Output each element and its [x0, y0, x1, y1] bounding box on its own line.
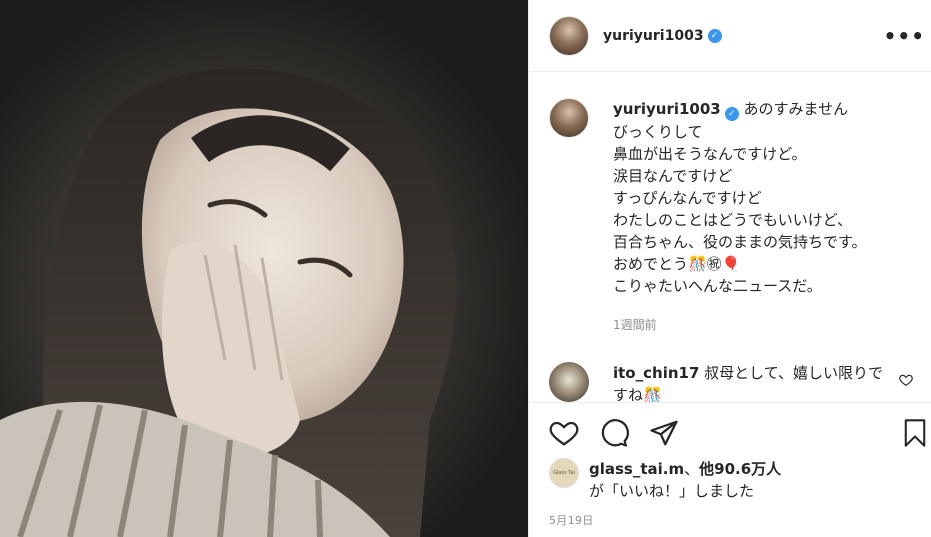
- caption-timestamp[interactable]: 1週間前: [613, 316, 657, 333]
- comment-item: ito_chin17 叔母として、嬉しい限りですね🎊: [549, 362, 915, 402]
- author-avatar[interactable]: [549, 15, 589, 56]
- likes-separator: 、: [684, 460, 700, 478]
- caption-line: おめでとう🎊㊗🎈: [613, 255, 741, 273]
- commenter-username[interactable]: ito_chin17: [613, 364, 699, 382]
- caption-username[interactable]: yuriyuri1003: [613, 100, 721, 118]
- share-icon[interactable]: [649, 418, 679, 452]
- likes-count[interactable]: 他90.6万人: [699, 460, 781, 478]
- likes-suffix: が「いいね！」しました: [589, 482, 755, 500]
- caption-text: yuriyuri1003 ✓ あのすみません びっくりして 鼻血が出そうなんですけ…: [613, 98, 915, 297]
- caption-first-line: yuriyuri1003 ✓ あのすみません: [613, 98, 915, 121]
- likes-text: glass_tai.m、他90.6万人 が「いいね！」しました: [589, 458, 915, 502]
- caption-line: わたしのことはどうでもいいけど、: [613, 211, 852, 229]
- caption-line: こりゃたいへんな二ュースだ。: [613, 277, 822, 295]
- caption-line: あのすみません: [743, 100, 849, 118]
- more-options-icon[interactable]: •••: [884, 24, 925, 48]
- verified-badge-icon: ✓: [707, 28, 722, 43]
- comment-text: ito_chin17 叔母として、嬉しい限りですね🎊: [613, 362, 889, 402]
- caption-line: 鼻血が出そうなんですけど。: [613, 145, 807, 163]
- comment-like-heart-icon[interactable]: [899, 372, 913, 391]
- liker-avatar[interactable]: Glass Tai: [549, 458, 579, 488]
- likes-summary: Glass Tai glass_tai.m、他90.6万人 が「いいね！」しまし…: [549, 458, 915, 502]
- comment-icon[interactable]: [599, 418, 629, 452]
- caption-line: びっくりして: [613, 123, 703, 141]
- post-date[interactable]: 5月19日: [549, 512, 594, 528]
- caption: yuriyuri1003 ✓ あのすみません びっくりして 鼻血が出そうなんですけ…: [549, 98, 915, 297]
- caption-line: すっぴんなんですけど: [613, 189, 762, 207]
- commenter-avatar[interactable]: [549, 362, 589, 402]
- caption-line: 涙目なんですけど: [613, 167, 733, 185]
- post-header: yuriyuri1003 ✓ •••: [529, 0, 931, 72]
- heart-icon[interactable]: [549, 418, 579, 452]
- author-username[interactable]: yuriyuri1003: [603, 28, 704, 44]
- caption-verified-icon: ✓: [724, 107, 739, 121]
- action-bar: [529, 402, 931, 464]
- post-panel: yuriyuri1003 ✓ ••• yuriyuri1003 ✓ あのすみません…: [528, 0, 931, 537]
- bookmark-icon[interactable]: [901, 418, 929, 452]
- liker-username[interactable]: glass_tai.m: [589, 460, 684, 478]
- caption-line: 百合ちゃん、役のままの気持ちです。: [613, 233, 867, 251]
- photo-illustration: [0, 68, 457, 537]
- caption-author-avatar[interactable]: [549, 98, 589, 138]
- post-photo[interactable]: [0, 0, 528, 537]
